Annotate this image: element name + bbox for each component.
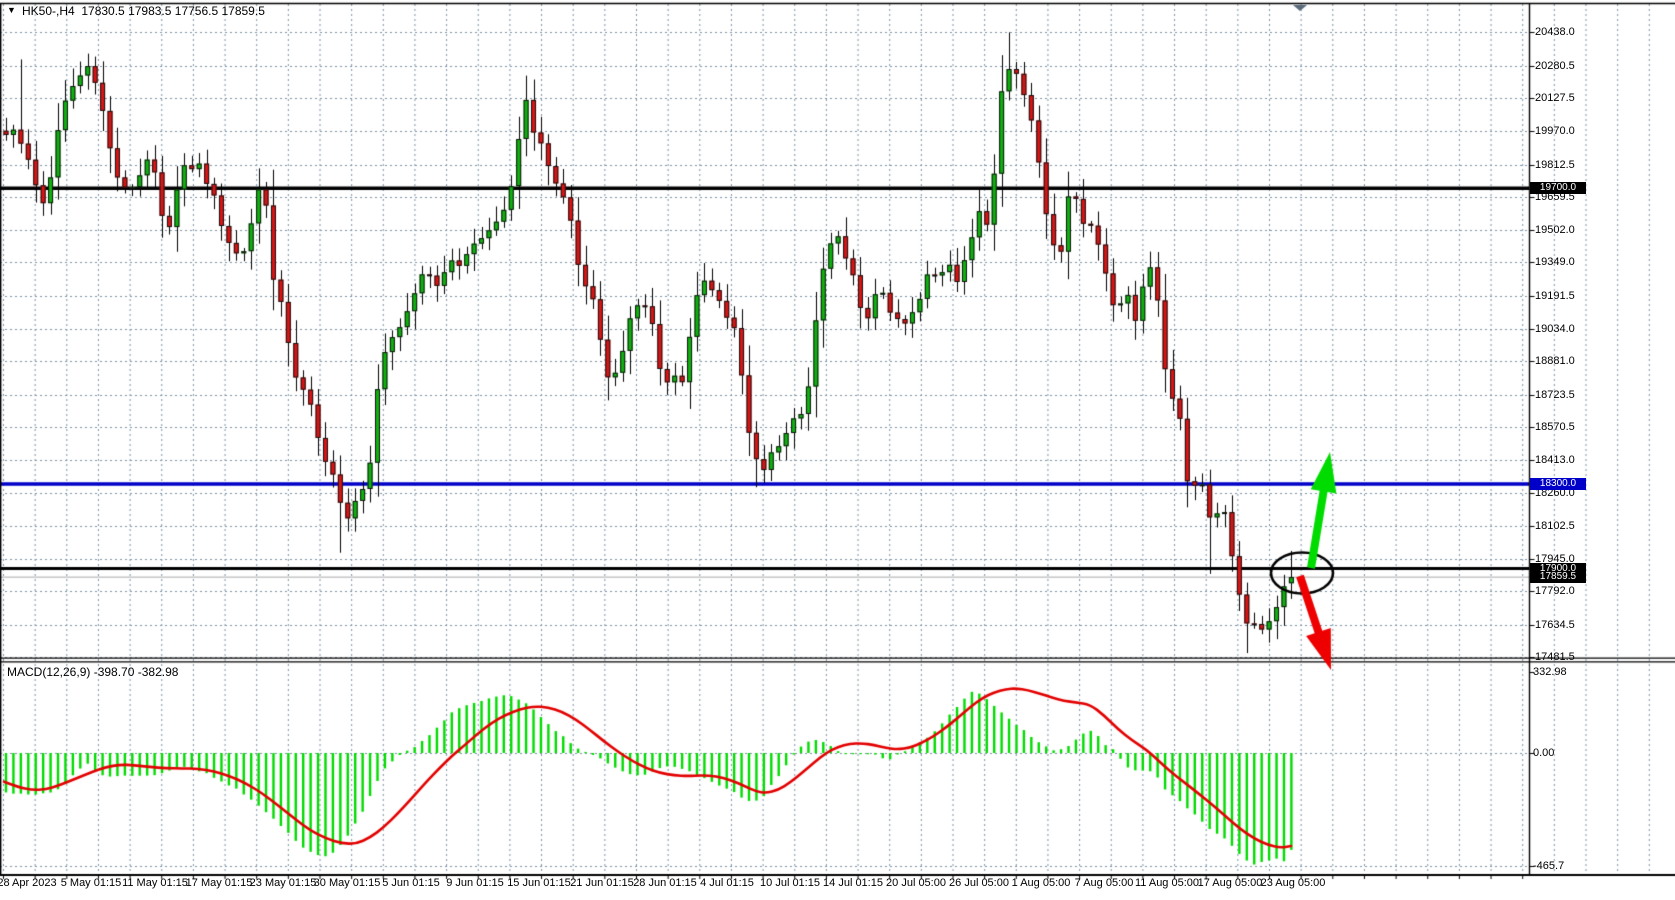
candlestick-macd-chart-canvas[interactable]	[0, 0, 1675, 900]
trading-chart-window: ▼ HK50-,H4 17830.5 17983.5 17756.5 17859…	[0, 0, 1675, 900]
